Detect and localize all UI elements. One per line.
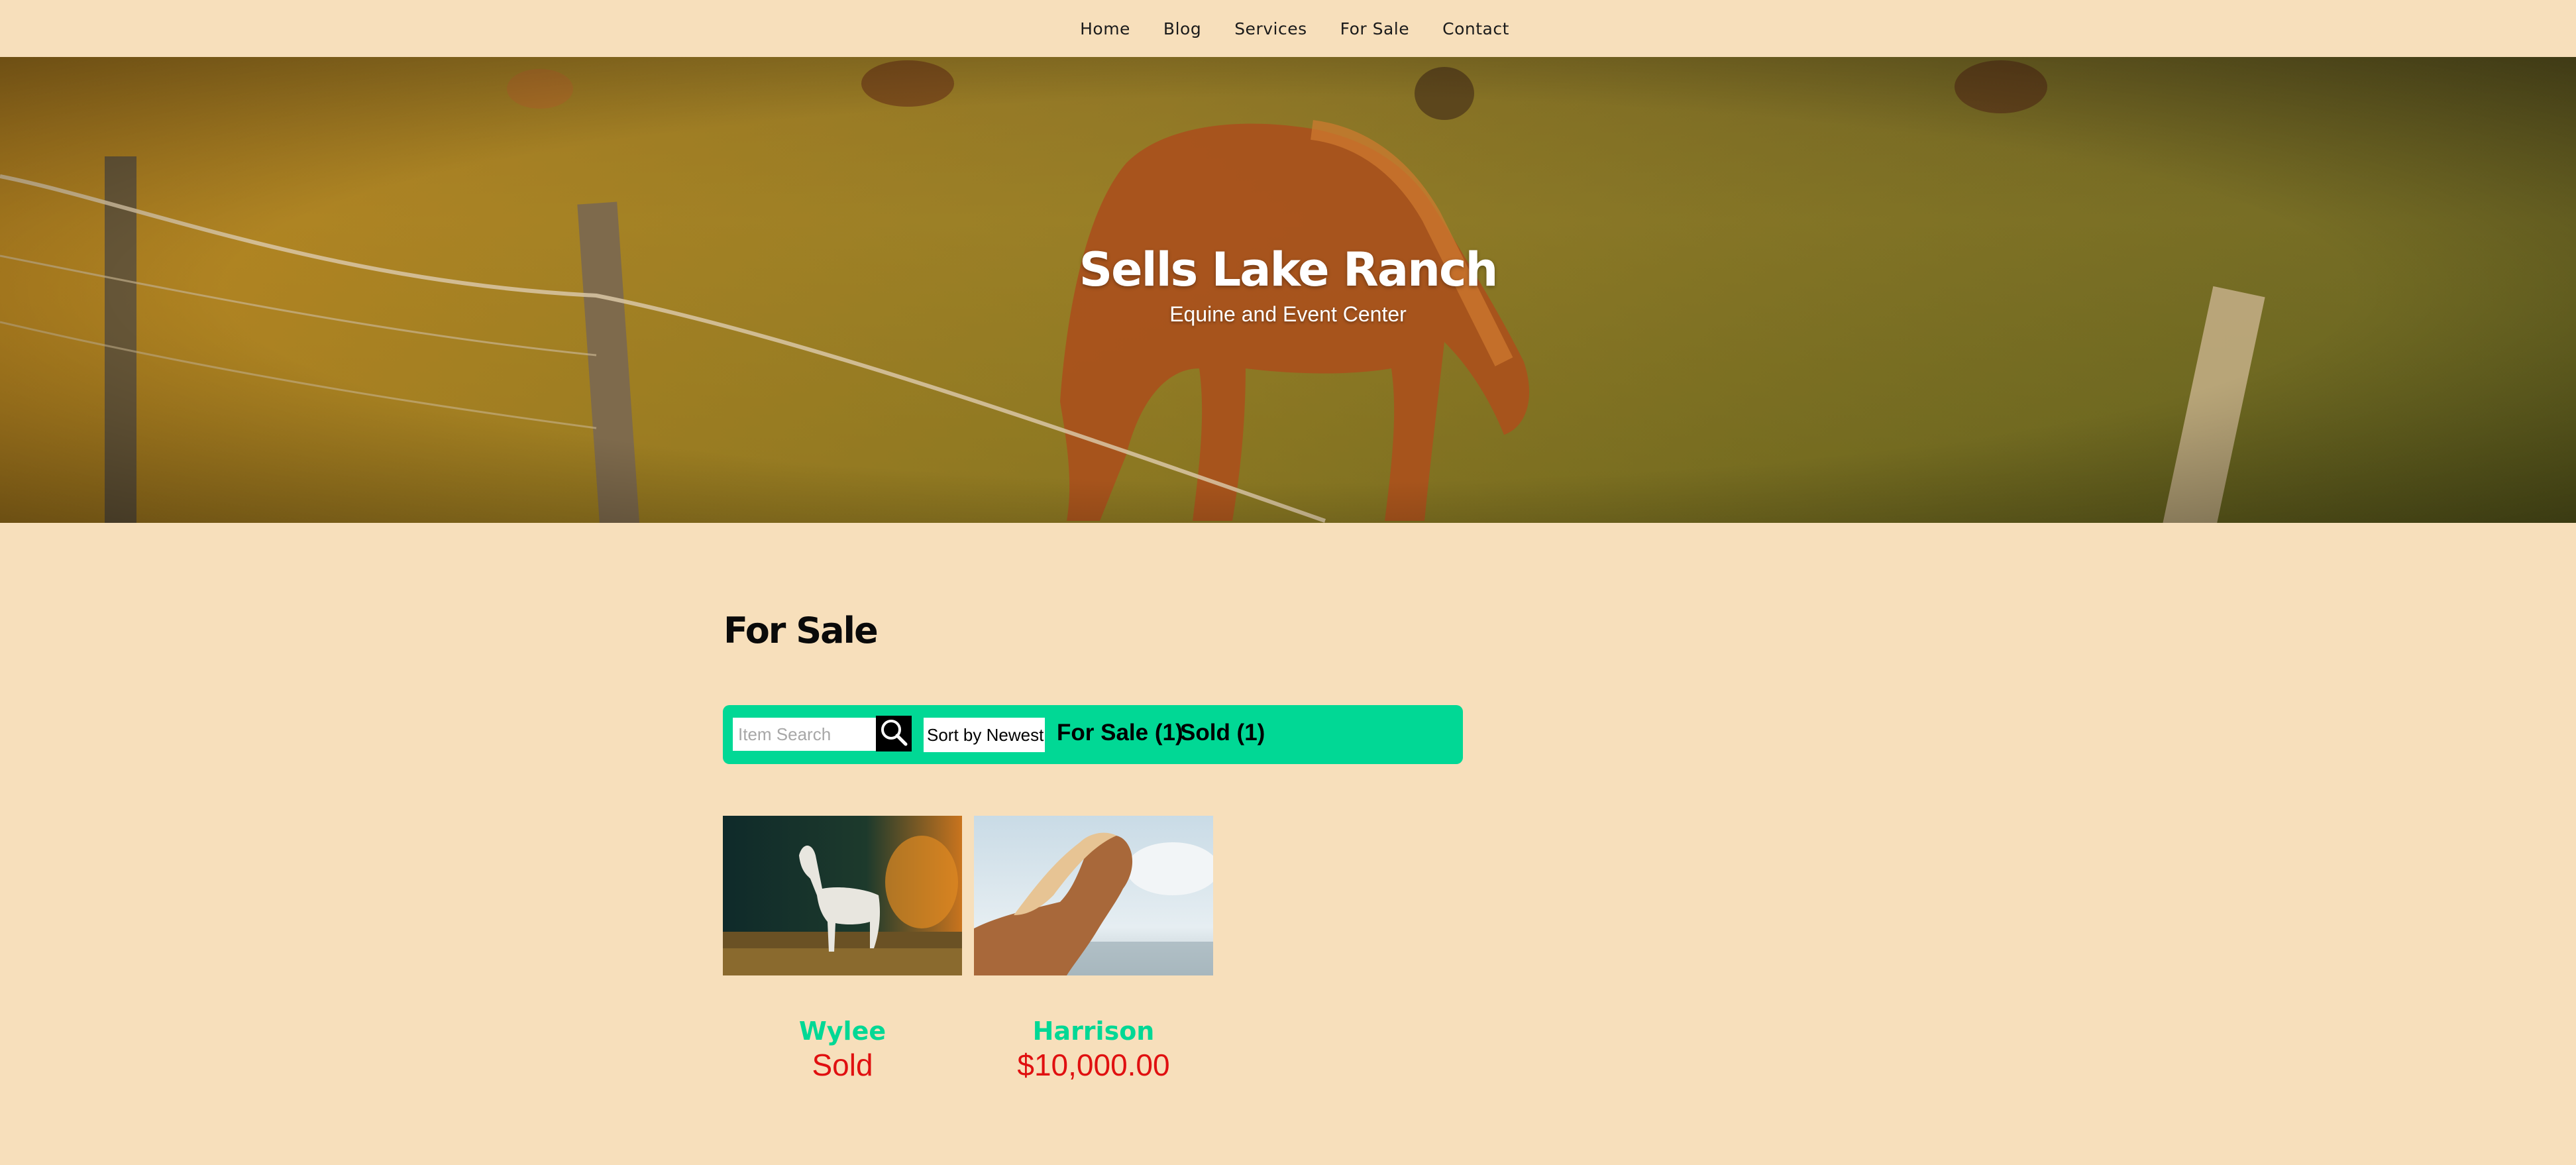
listing-price: Sold xyxy=(812,1048,873,1082)
nav-item-home[interactable]: Home xyxy=(1080,19,1130,38)
nav-item-for-sale[interactable]: For Sale xyxy=(1340,19,1410,38)
hero-banner: Sells Lake Ranch Equine and Event Center xyxy=(0,57,2576,523)
listing-name[interactable]: Wylee xyxy=(723,1017,962,1046)
search-button[interactable] xyxy=(876,716,912,751)
search-input[interactable] xyxy=(733,718,876,751)
sort-select[interactable]: Sort by Newest xyxy=(924,718,1045,752)
nav-menu: Home Blog Services For Sale Contact xyxy=(1080,19,1509,38)
top-nav: Home Blog Services For Sale Contact xyxy=(0,0,2576,57)
nav-item-blog[interactable]: Blog xyxy=(1163,19,1201,38)
page-title: For Sale xyxy=(724,610,879,651)
listing-price: $10,000.00 xyxy=(1017,1048,1170,1082)
filter-bar: Sort by Newest For Sale (1) Sold (1) xyxy=(723,705,1463,764)
listing-image-harrison[interactable] xyxy=(974,816,1213,975)
listing-image-wylee[interactable] xyxy=(723,816,962,975)
filter-sold[interactable]: Sold (1) xyxy=(1180,720,1265,746)
search-icon xyxy=(879,717,909,751)
site-title: Sells Lake Ranch xyxy=(1079,243,1499,297)
listing-name[interactable]: Harrison xyxy=(974,1017,1213,1046)
site-subtitle: Equine and Event Center xyxy=(1169,302,1407,326)
filter-for-sale[interactable]: For Sale (1) xyxy=(1057,720,1183,746)
nav-item-services[interactable]: Services xyxy=(1234,19,1307,38)
nav-item-contact[interactable]: Contact xyxy=(1442,19,1509,38)
